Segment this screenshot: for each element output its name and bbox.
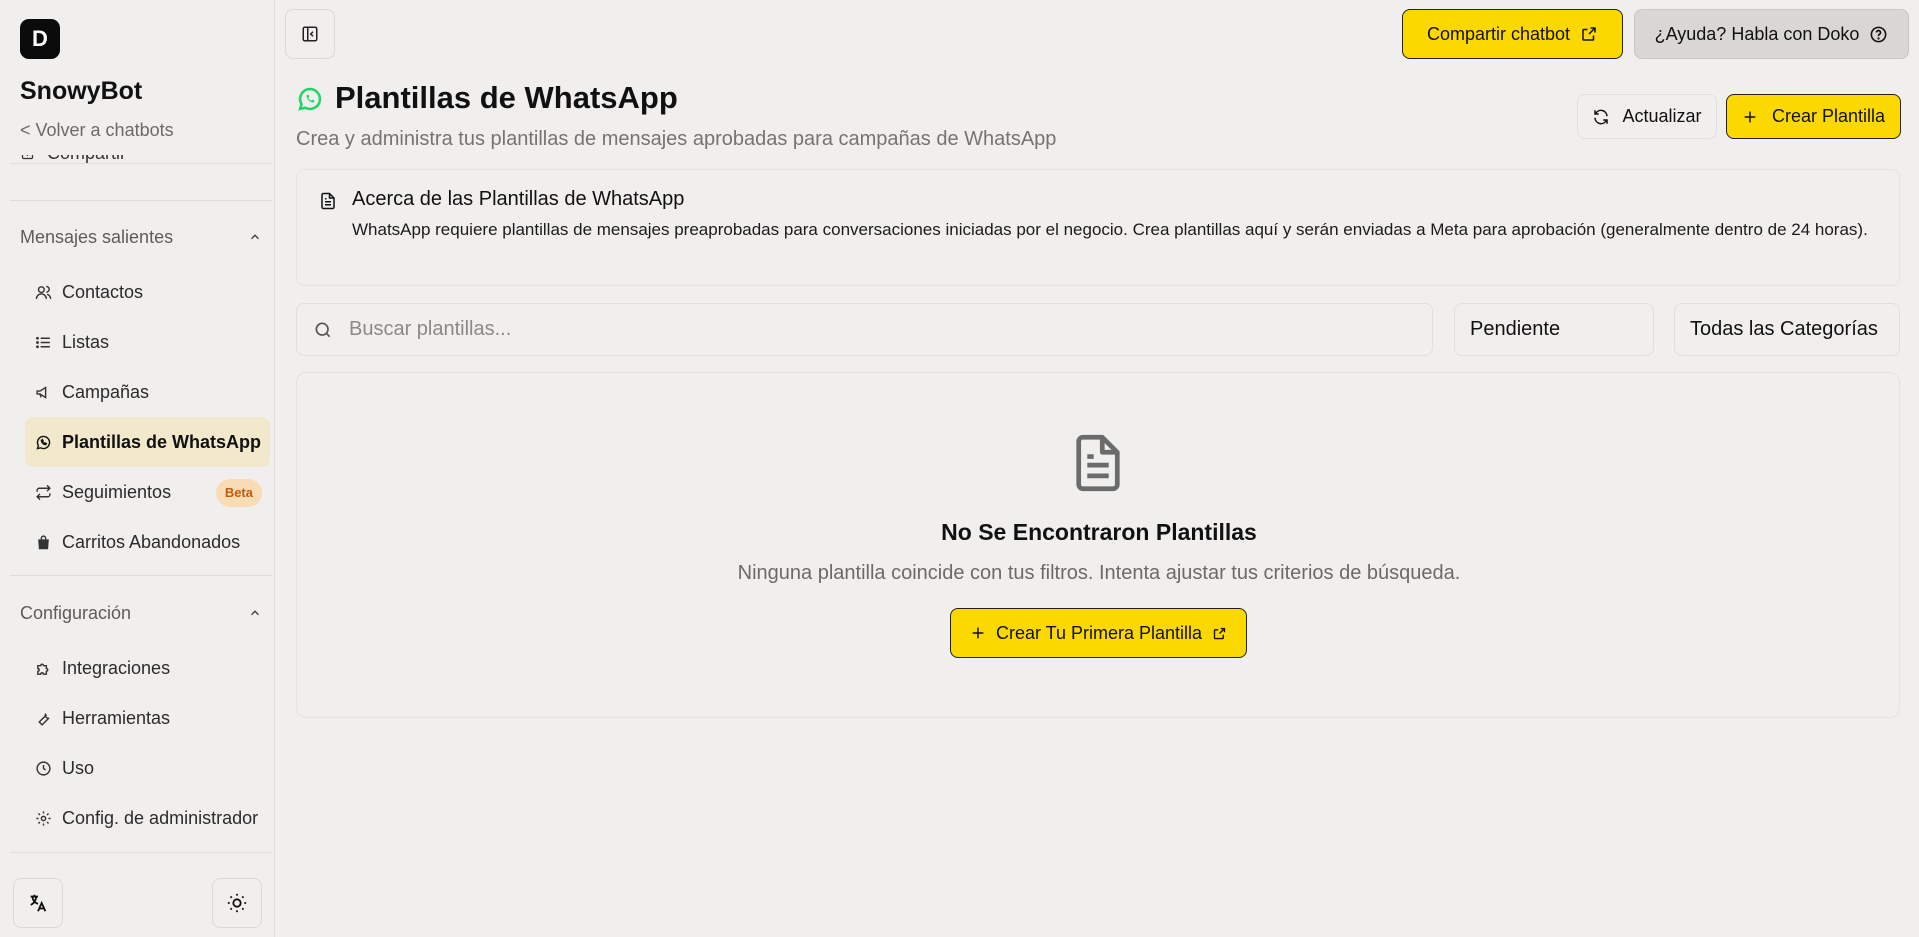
- sidebar-divider: [10, 575, 272, 576]
- help-button[interactable]: ¿Ayuda? Habla con Doko: [1634, 9, 1909, 59]
- wrench-icon: [38, 712, 50, 726]
- puzzle-icon: [37, 663, 49, 675]
- status-filter-select[interactable]: Pendiente: [1454, 303, 1654, 356]
- empty-state-text: Ninguna plantilla coincide con tus filtr…: [737, 562, 1461, 584]
- sidebar-item-usage[interactable]: Uso: [25, 743, 270, 793]
- users-icon: [35, 285, 52, 299]
- translate-icon: [30, 894, 47, 912]
- info-text: WhatsApp requiere plantillas de mensajes…: [352, 220, 1868, 239]
- section-header-settings[interactable]: Configuración: [20, 599, 262, 627]
- sidebar-item-label: Listas: [62, 331, 110, 352]
- sidebar-item-label: Plantillas de WhatsApp: [62, 431, 262, 452]
- sidebar-item-label: Compartir: [47, 155, 126, 164]
- share-chatbot-button[interactable]: Compartir chatbot: [1402, 9, 1623, 59]
- category-filter-select[interactable]: Todas las Categorías: [1674, 303, 1900, 356]
- category-filter-value: Todas las Categorías: [1690, 318, 1878, 340]
- share-chatbot-label: Compartir chatbot: [1426, 23, 1571, 44]
- search-icon: [315, 322, 331, 337]
- search-input[interactable]: Buscar plantillas...: [296, 303, 1433, 356]
- empty-state-title: No Se Encontraron Plantillas: [941, 519, 1257, 545]
- sidebar-item-share[interactable]: Compartir: [20, 155, 126, 175]
- gear-icon: [36, 810, 51, 826]
- create-first-template-button[interactable]: Crear Tu Primera Plantilla: [950, 608, 1247, 658]
- logo-letter: D: [32, 26, 48, 51]
- search-placeholder: Buscar plantillas...: [349, 318, 512, 340]
- document-icon: [321, 192, 335, 210]
- sidebar-item-label: Herramientas: [62, 707, 171, 728]
- refresh-icon: [1594, 109, 1609, 124]
- sidebar-item-label: Uso: [62, 757, 95, 778]
- whatsapp-icon: [298, 87, 322, 111]
- info-panel: Acerca de las Plantillas de WhatsApp Wha…: [296, 169, 1900, 286]
- help-label: ¿Ayuda? Habla con Doko: [1654, 23, 1860, 44]
- sidebar-item-followups[interactable]: Seguimientos Beta: [25, 467, 270, 517]
- sidebar-item-label: Integraciones: [62, 657, 171, 678]
- repeat-icon: [36, 484, 51, 500]
- panel-collapse-icon: [302, 26, 318, 42]
- clock-icon: [36, 760, 51, 776]
- section-header-outbound[interactable]: Mensajes salientes: [20, 223, 262, 251]
- share-icon: [1582, 27, 1596, 41]
- sidebar-item-label: Contactos: [62, 281, 144, 302]
- section-title: Mensajes salientes: [20, 226, 174, 247]
- beta-badge: Beta: [215, 479, 262, 507]
- external-link-icon: [1213, 627, 1226, 639]
- megaphone-icon: [36, 385, 47, 399]
- refresh-button[interactable]: Actualizar: [1577, 94, 1717, 139]
- document-icon: [1076, 434, 1120, 492]
- create-template-button[interactable]: Crear Plantilla: [1726, 94, 1901, 139]
- language-button[interactable]: [13, 878, 63, 928]
- page-subtitle: Crea y administra tus plantillas de mens…: [296, 128, 1057, 150]
- sidebar-divider: [10, 200, 272, 201]
- chevron-up-icon: [250, 234, 260, 240]
- sidebar-item-integrations[interactable]: Integraciones: [25, 643, 270, 693]
- sidebar-item-contacts[interactable]: Contactos: [25, 267, 270, 317]
- sidebar-item-label: Seguimientos: [62, 481, 172, 502]
- sidebar-item-label: Config. de administrador: [62, 807, 259, 828]
- sidebar-toggle-button[interactable]: [285, 9, 335, 59]
- page-title: Plantillas de WhatsApp: [335, 80, 678, 115]
- chevron-up-icon: [250, 610, 260, 616]
- status-filter-value: Pendiente: [1470, 318, 1561, 340]
- sidebar-item-abandoned-carts[interactable]: Carritos Abandonados: [25, 517, 270, 567]
- sidebar-item-label: Campañas: [62, 381, 150, 402]
- sun-icon: [227, 893, 247, 913]
- sidebar: D SnowyBot < Volver a chatbots Compartir…: [0, 0, 275, 937]
- section-title: Configuración: [20, 602, 132, 623]
- theme-toggle-button[interactable]: [212, 878, 262, 928]
- sidebar-divider: [10, 852, 272, 853]
- sidebar-item-label: Carritos Abandonados: [62, 531, 241, 552]
- app-logo[interactable]: D: [20, 19, 60, 59]
- list-icon: [36, 336, 50, 348]
- sidebar-item-campaigns[interactable]: Campañas: [25, 367, 270, 417]
- app-name: SnowyBot: [20, 77, 143, 105]
- whatsapp-icon: [36, 435, 51, 449]
- sidebar-item-admin-config[interactable]: Config. de administrador: [25, 793, 270, 843]
- sidebar-item-whatsapp-templates[interactable]: Plantillas de WhatsApp: [25, 417, 270, 467]
- create-template-label: Crear Plantilla: [1771, 106, 1886, 126]
- empty-state-card: No Se Encontraron Plantillas Ninguna pla…: [296, 372, 1900, 718]
- help-icon: [1870, 26, 1887, 42]
- create-first-template-label: Crear Tu Primera Plantilla: [995, 622, 1203, 643]
- sidebar-item-lists[interactable]: Listas: [25, 317, 270, 367]
- plus-icon: [972, 627, 984, 639]
- plus-icon: [1744, 111, 1756, 122]
- back-to-chatbots-link[interactable]: < Volver a chatbots: [20, 120, 174, 141]
- shopping-bag-icon: [38, 534, 49, 549]
- share-icon: [21, 155, 34, 160]
- info-title: Acerca de las Plantillas de WhatsApp: [352, 188, 685, 210]
- sidebar-item-tools[interactable]: Herramientas: [25, 693, 270, 743]
- refresh-label: Actualizar: [1622, 106, 1702, 126]
